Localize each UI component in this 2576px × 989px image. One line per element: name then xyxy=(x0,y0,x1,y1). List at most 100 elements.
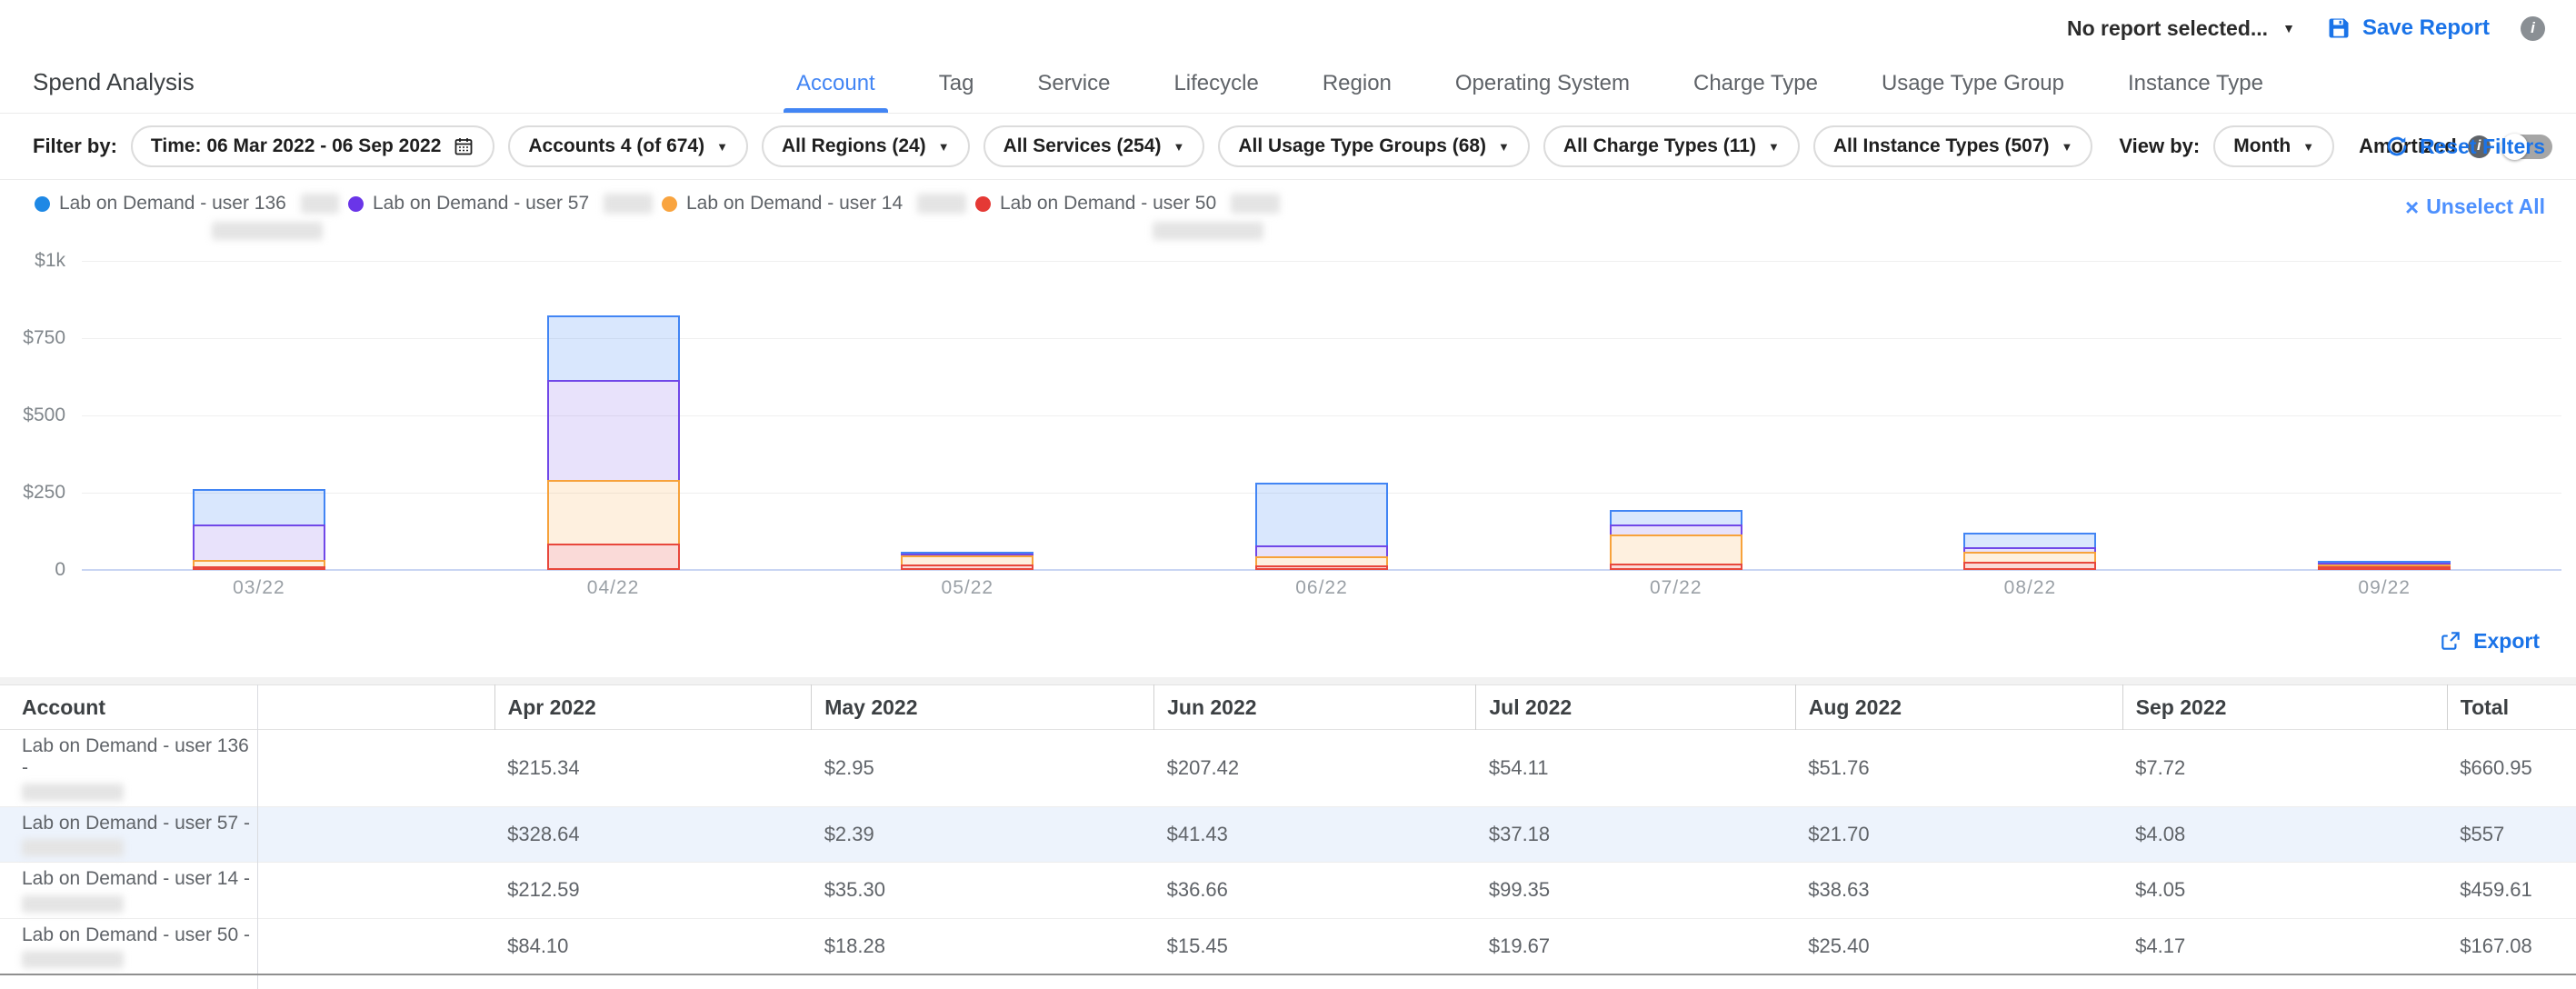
table-total-row: Total$840.67$58.92$300.95$210.32$137.49$… xyxy=(0,974,2576,989)
bar-slot-03-22 xyxy=(82,261,436,570)
stacked-bar-08-22[interactable] xyxy=(1963,533,2096,570)
tab-operating-system[interactable]: Operating System xyxy=(1450,71,1635,113)
filter-pill-all-instance-types-507[interactable]: All Instance Types (507)▼ xyxy=(1813,125,2093,167)
tab-account[interactable]: Account xyxy=(791,71,881,113)
legend-item-lab-on-demand-user-57[interactable]: Lab on Demand - user 57 xyxy=(348,193,653,245)
filter-pill-all-charge-types-11[interactable]: All Charge Types (11)▼ xyxy=(1543,125,1800,167)
redacted-text xyxy=(212,222,323,240)
column-header-may-2022: May 2022 xyxy=(812,685,1154,730)
account-name: Lab on Demand - user 50 - xyxy=(22,919,257,946)
stacked-bar-04-22[interactable] xyxy=(547,315,680,570)
column-header-apr-2022: Apr 2022 xyxy=(494,685,812,730)
filter-pill-label: All Services (254) xyxy=(1003,135,1162,157)
filter-pill-label: Time: 06 Mar 2022 - 06 Sep 2022 xyxy=(151,135,441,157)
value-cell: $36.66 xyxy=(1154,863,1476,918)
view-by-dropdown[interactable]: Month ▼ xyxy=(2213,125,2334,167)
legend-label: Lab on Demand - user 14 xyxy=(686,193,903,215)
redacted-text xyxy=(1153,222,1263,240)
legend-item-lab-on-demand-user-50[interactable]: Lab on Demand - user 50 xyxy=(975,193,1280,245)
account-cell[interactable]: Lab on Demand - user 136 - xyxy=(0,730,257,807)
filter-pill-time[interactable]: Time: 06 Mar 2022 - 06 Sep 2022 xyxy=(131,125,494,167)
tab-instance-type[interactable]: Instance Type xyxy=(2122,71,2269,113)
redacted-text xyxy=(1231,194,1280,214)
bar-segment-lab-on-demand-user-136 xyxy=(547,315,680,382)
value-cell: $2.39 xyxy=(812,807,1154,863)
filter-pill-all-regions-24[interactable]: All Regions (24)▼ xyxy=(762,125,970,167)
unselect-all-label: Unselect All xyxy=(2426,195,2545,219)
stacked-bar-03-22[interactable] xyxy=(193,489,325,570)
value-cell: $2.95 xyxy=(812,730,1154,807)
value-cell: $41.43 xyxy=(1154,807,1476,863)
value-cell: $660.95 xyxy=(2447,730,2576,807)
bar-segment-lab-on-demand-user-50 xyxy=(901,564,1033,570)
table-row: Lab on Demand - user 50 -$84.10$18.28$15… xyxy=(0,918,2576,974)
export-icon xyxy=(2439,629,2462,653)
total-value-cell: $210.32 xyxy=(1476,974,1795,989)
account-name: Lab on Demand - user 57 - xyxy=(22,807,257,834)
tab-bar: Account Tag Service Lifecycle Region Operatin… xyxy=(791,71,2269,113)
filter-pill-label: All Charge Types (11) xyxy=(1563,135,1756,157)
legend-label: Lab on Demand - user 57 xyxy=(373,193,589,215)
legend-item-lab-on-demand-user-136[interactable]: Lab on Demand - user 136 xyxy=(35,193,339,245)
table-row: Lab on Demand - user 57 - $328.64$2.39$41… xyxy=(0,807,2576,863)
info-icon[interactable]: i xyxy=(2521,16,2545,41)
total-value-cell: $840.67 xyxy=(494,974,812,989)
export-row: Export xyxy=(0,604,2576,677)
redacted-text xyxy=(22,784,124,801)
value-cell: $4.08 xyxy=(2122,807,2447,863)
bar-slot-06-22 xyxy=(1144,261,1499,570)
account-cell[interactable]: Lab on Demand - user 57 - xyxy=(0,807,257,863)
legend-item-lab-on-demand-user-14[interactable]: Lab on Demand - user 14 xyxy=(662,193,966,245)
tab-tag[interactable]: Tag xyxy=(934,71,980,113)
filter-pill-label: All Instance Types (507) xyxy=(1833,135,2050,157)
redacted-text xyxy=(301,194,339,214)
tab-usage-type-group[interactable]: Usage Type Group xyxy=(1876,71,2070,113)
stacked-bar-06-22[interactable] xyxy=(1255,483,1388,570)
spend-analysis-page: No report selected... ▼ Save Report i Sp… xyxy=(0,0,2576,989)
title-tabs-row: Spend Analysis AccountTagServiceLifecycl… xyxy=(0,47,2576,114)
report-selector-dropdown[interactable]: No report selected... ▼ xyxy=(2067,16,2295,41)
filter-pill-accounts-4-of-674[interactable]: Accounts 4 (of 674)▼ xyxy=(508,125,748,167)
value-cell: $84.10 xyxy=(494,918,812,974)
value-cell: $19.67 xyxy=(1476,918,1795,974)
tab-service[interactable]: Service xyxy=(1032,71,1115,113)
stacked-bar-05-22[interactable] xyxy=(901,552,1033,570)
value-cell: $212.59 xyxy=(494,863,812,918)
value-cell: $328.64 xyxy=(494,807,812,863)
column-header-total: Total xyxy=(2447,685,2576,730)
tab-charge-type[interactable]: Charge Type xyxy=(1688,71,1823,113)
table-row: Lab on Demand - user 136 -$215.34$2.95$2… xyxy=(0,730,2576,807)
spacer-cell xyxy=(257,807,494,863)
reset-filters-button[interactable]: Reset Filters xyxy=(2385,135,2545,159)
top-bar: No report selected... ▼ Save Report i xyxy=(0,0,2576,47)
table-top-strip xyxy=(0,677,2576,684)
view-by-label: View by: xyxy=(2119,135,2200,158)
total-label: Total xyxy=(0,974,257,989)
filter-pill-all-services-254[interactable]: All Services (254)▼ xyxy=(983,125,1205,167)
tab-lifecycle[interactable]: Lifecycle xyxy=(1168,71,1263,113)
legend-label: Lab on Demand - user 136 xyxy=(59,193,286,215)
bar-segment-lab-on-demand-user-50 xyxy=(1963,562,2096,570)
bar-segment-lab-on-demand-user-57 xyxy=(547,380,680,482)
legend-label: Lab on Demand - user 50 xyxy=(1000,193,1216,215)
filter-pill-all-usage-type-groups-68[interactable]: All Usage Type Groups (68)▼ xyxy=(1218,125,1530,167)
tab-region[interactable]: Region xyxy=(1317,71,1397,113)
spend-table: AccountApr 2022May 2022Jun 2022Jul 2022A… xyxy=(0,684,2576,989)
save-report-button[interactable]: Save Report xyxy=(2326,15,2490,41)
account-cell[interactable]: Lab on Demand - user 50 - xyxy=(0,918,257,974)
filter-pill-label: Accounts 4 (of 674) xyxy=(528,135,704,157)
stacked-bar-09-22[interactable] xyxy=(2318,561,2451,570)
chevron-down-icon: ▼ xyxy=(2282,21,2295,35)
legend-dot-icon xyxy=(35,196,50,212)
y-tick-label: $500 xyxy=(0,405,65,426)
spacer-cell xyxy=(257,863,494,918)
bar-slots xyxy=(82,261,2561,570)
refresh-icon xyxy=(2385,135,2409,158)
account-cell[interactable]: Lab on Demand - user 14 - xyxy=(0,863,257,918)
stacked-bar-07-22[interactable] xyxy=(1610,510,1742,570)
legend-line: Lab on Demand - user 136 xyxy=(35,193,339,215)
value-cell: $4.17 xyxy=(2122,918,2447,974)
unselect-all-button[interactable]: × Unselect All xyxy=(2405,195,2545,219)
legend-line: Lab on Demand - user 57 xyxy=(348,193,653,215)
export-button[interactable]: Export xyxy=(2439,629,2540,654)
